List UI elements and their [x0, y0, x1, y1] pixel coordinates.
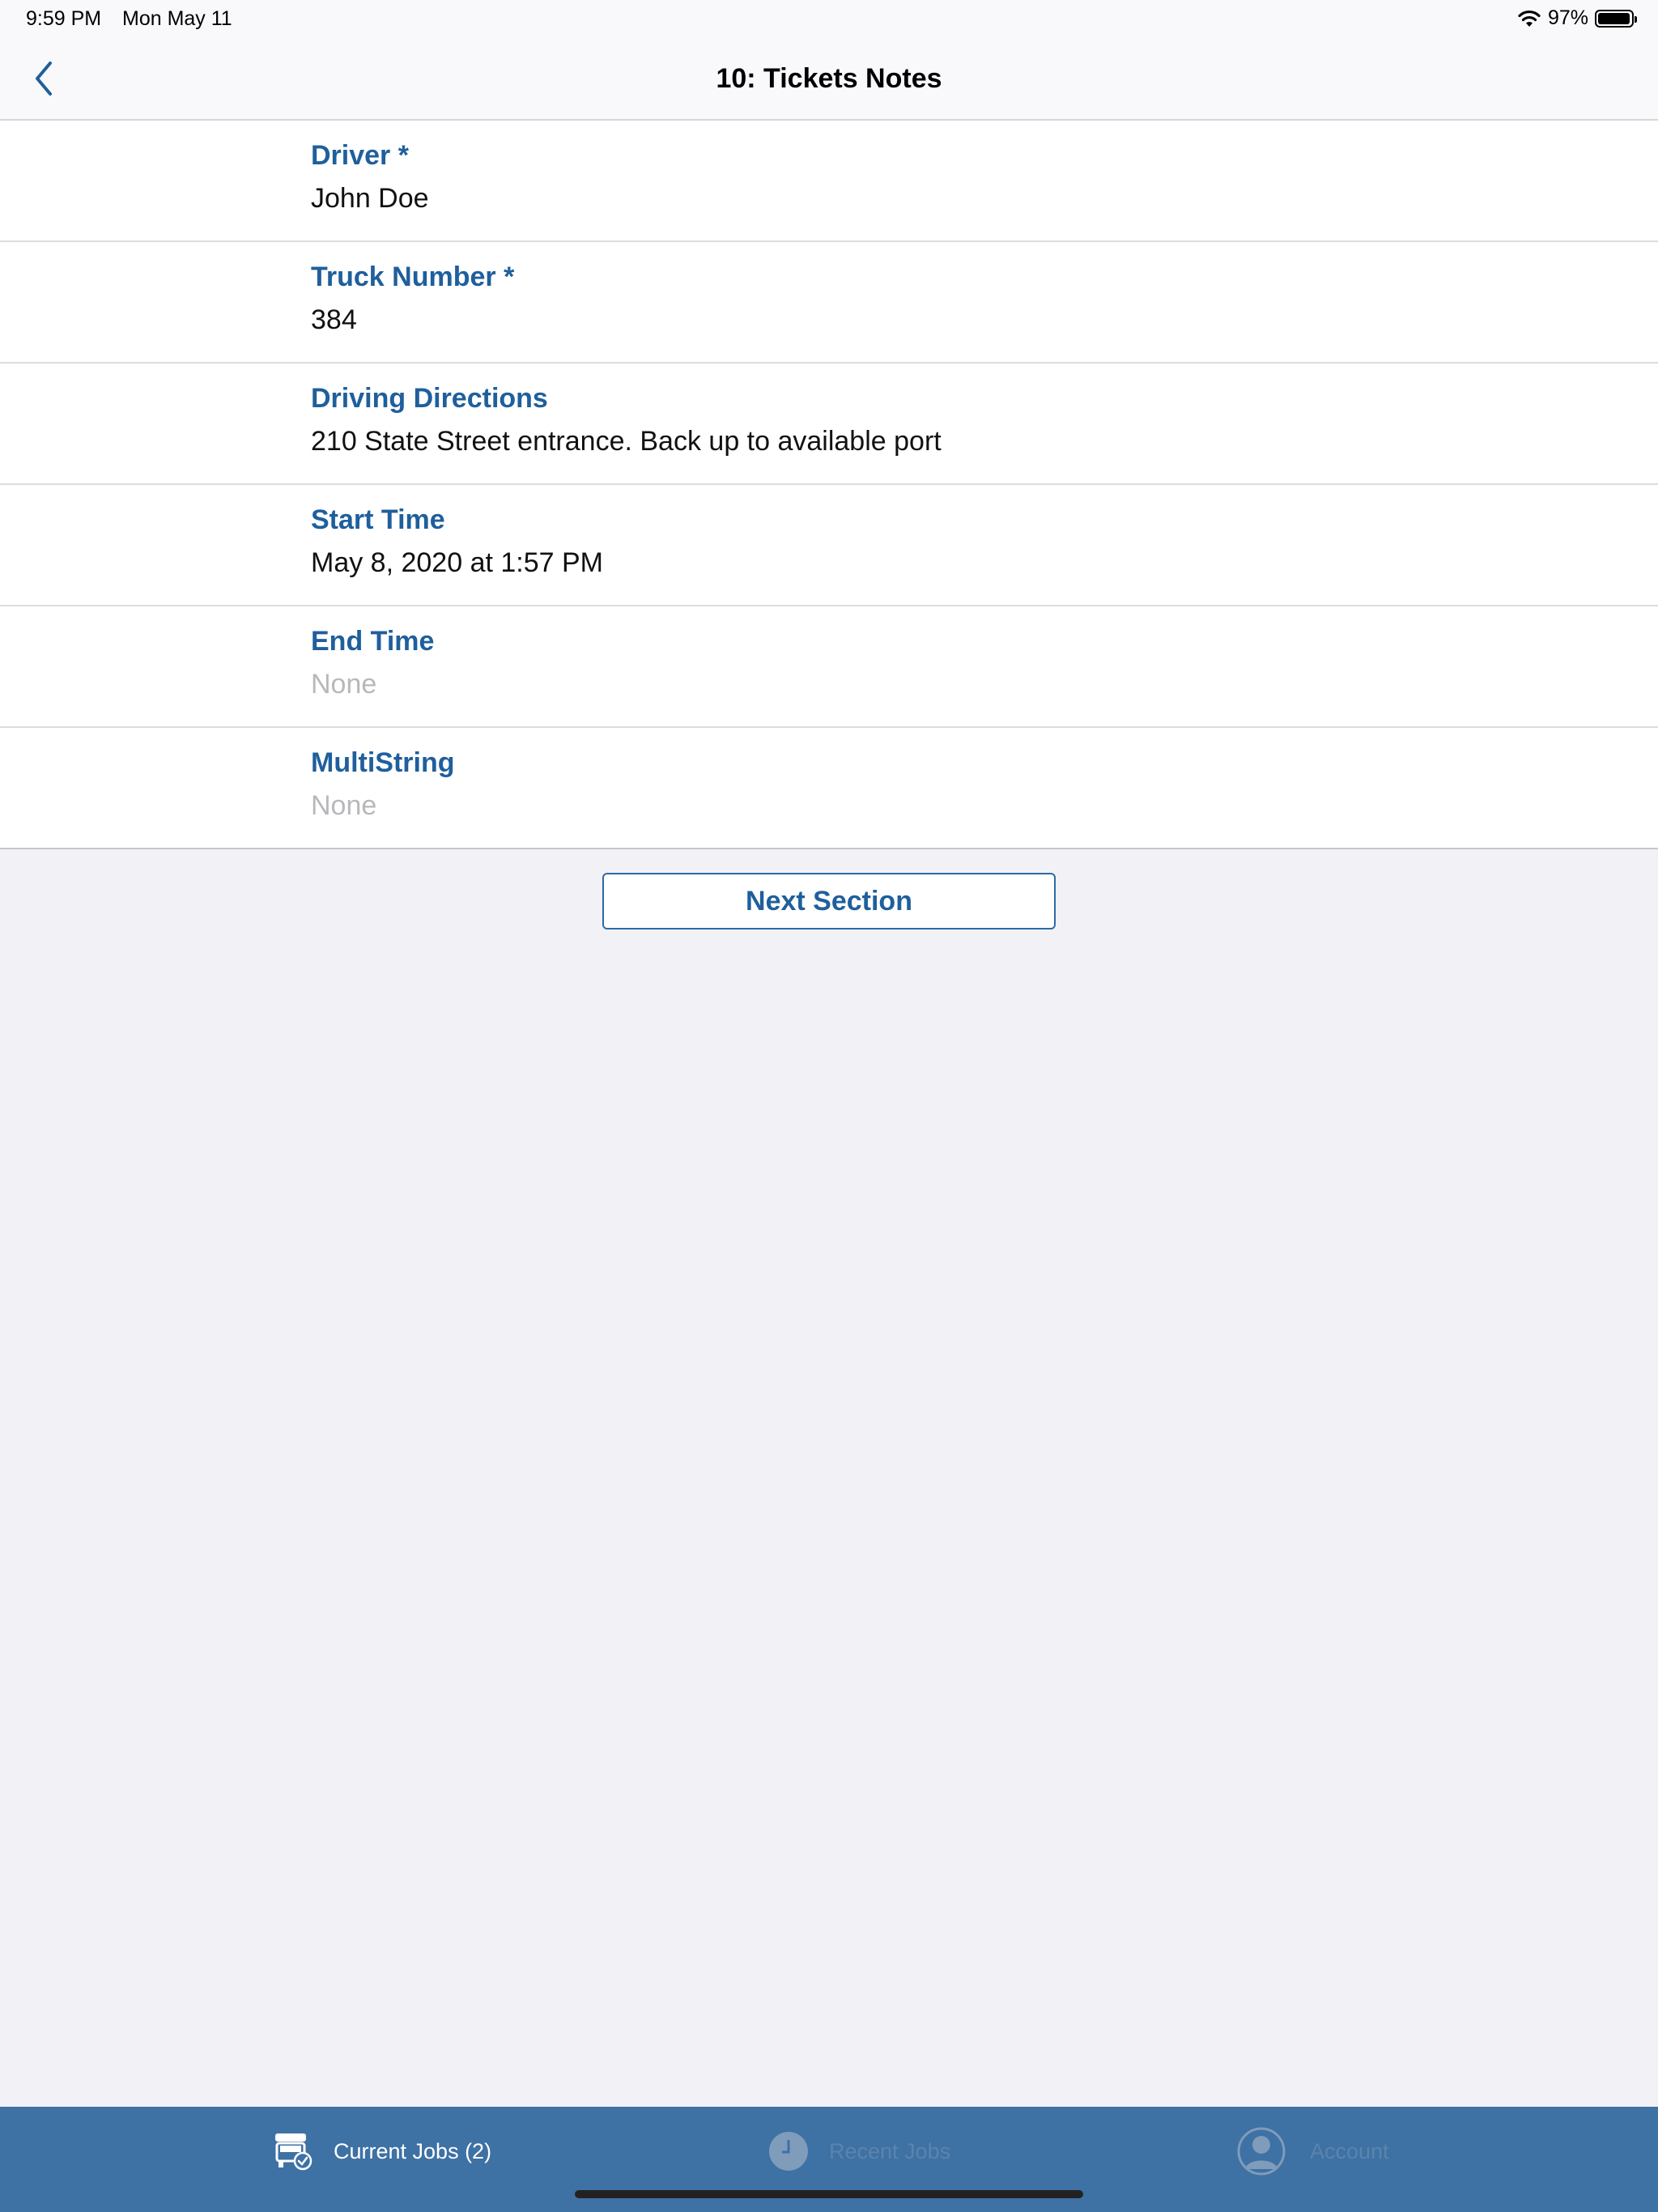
field-value: John Doe	[311, 183, 429, 214]
field-value: 384	[311, 304, 357, 335]
field-value: None	[311, 790, 377, 821]
person-icon	[1237, 2127, 1286, 2176]
battery-percent: 97%	[1547, 6, 1588, 29]
battery-tip	[1635, 15, 1637, 23]
field-row-driving-directions[interactable]: Driving Directions 210 State Street entr…	[0, 364, 1658, 485]
field-label: MultiString	[311, 747, 455, 778]
clock-icon	[769, 2132, 808, 2171]
field-label: Truck Number *	[311, 262, 515, 292]
field-label: Start Time	[311, 504, 445, 535]
tab-label: Account	[1310, 2138, 1389, 2163]
tab-recent-jobs[interactable]: Recent Jobs	[767, 2107, 950, 2196]
field-label: Driving Directions	[311, 383, 548, 414]
page-title: 10: Tickets Notes	[716, 63, 942, 94]
field-value: 210 State Street entrance. Back up to av…	[311, 426, 942, 457]
navigation-bar: 10: Tickets Notes	[0, 39, 1658, 121]
field-row-start-time[interactable]: Start Time May 8, 2020 at 1:57 PM	[0, 485, 1658, 606]
tab-label: Recent Jobs	[829, 2138, 951, 2163]
next-section-button[interactable]: Next Section	[602, 873, 1056, 929]
status-bar: 9:59 PM Mon May 11 97%	[0, 0, 1658, 39]
tab-current-jobs[interactable]: Current Jobs (2)	[272, 2107, 491, 2196]
field-row-end-time[interactable]: End Time None	[0, 606, 1658, 728]
field-row-truck-number[interactable]: Truck Number * 384	[0, 242, 1658, 364]
battery-fill	[1598, 12, 1630, 24]
form-list: Driver * John Doe Truck Number * 384 Dri…	[0, 121, 1658, 849]
battery-icon	[1595, 9, 1637, 28]
status-date: Mon May 11	[122, 7, 232, 30]
tab-account[interactable]: Account	[1237, 2107, 1389, 2196]
screen: 9:59 PM Mon May 11 97% 10: Tickets Notes	[0, 0, 1658, 2212]
field-value: May 8, 2020 at 1:57 PM	[311, 547, 603, 578]
home-indicator[interactable]	[575, 2190, 1083, 2198]
status-time: 9:59 PM	[26, 7, 102, 30]
field-value: None	[311, 669, 377, 700]
field-row-multistring[interactable]: MultiString None	[0, 728, 1658, 849]
field-label: End Time	[311, 626, 435, 657]
wifi-icon	[1518, 10, 1541, 27]
tab-label: Current Jobs (2)	[334, 2138, 492, 2163]
truck-check-icon	[275, 2133, 312, 2171]
field-row-driver[interactable]: Driver * John Doe	[0, 121, 1658, 242]
field-label: Driver *	[311, 140, 409, 171]
status-indicators: 97%	[1517, 6, 1637, 30]
